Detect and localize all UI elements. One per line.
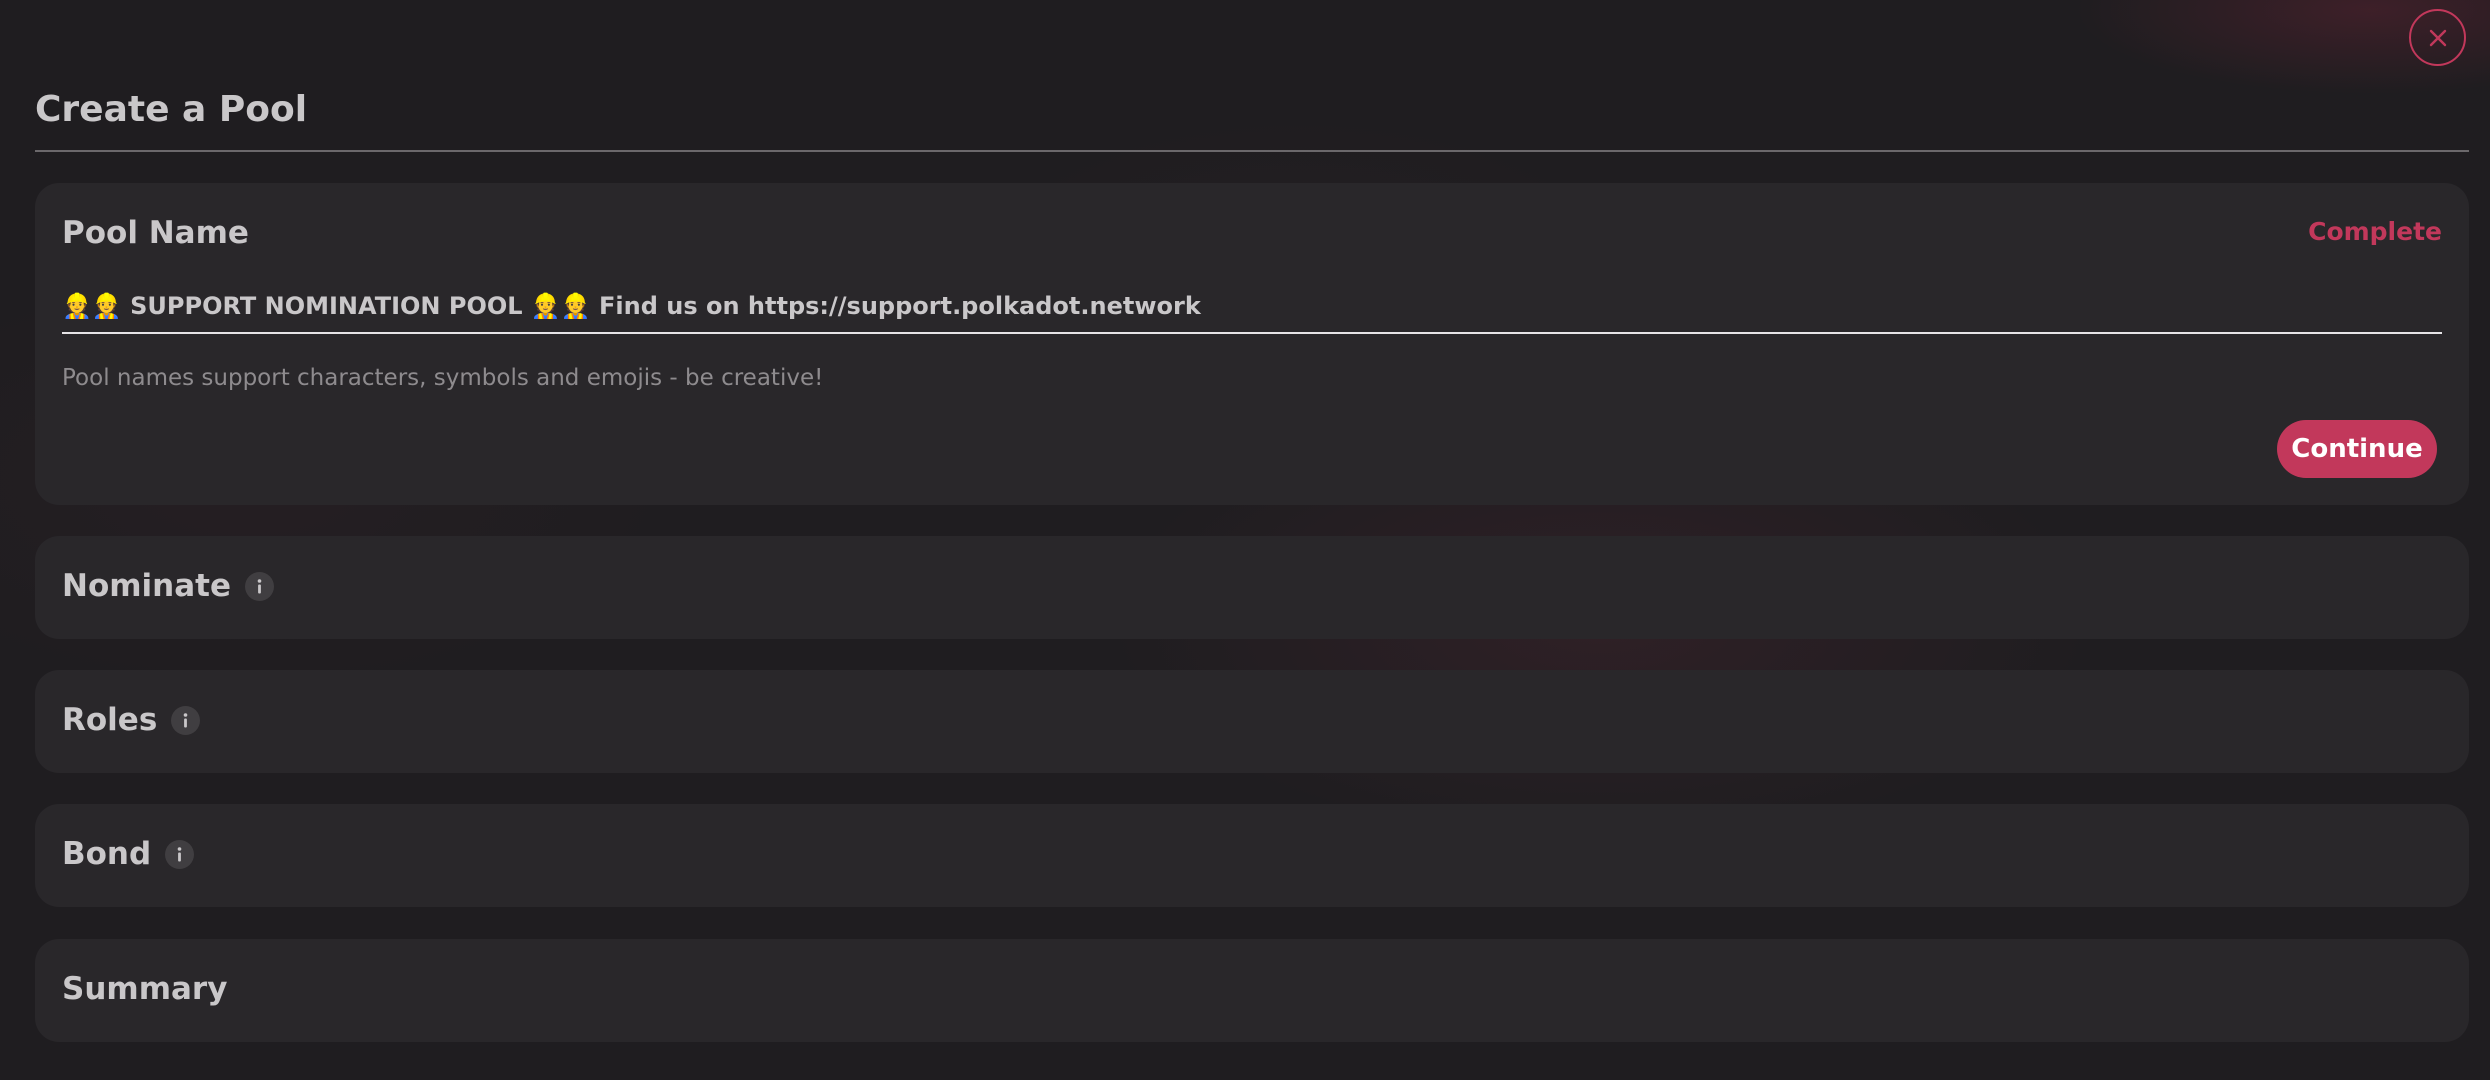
roles-heading: Roles (62, 702, 201, 738)
continue-button[interactable]: Continue (2277, 420, 2437, 478)
nominate-section[interactable]: Nominate (35, 536, 2469, 639)
bond-heading: Bond (62, 836, 195, 872)
page-title: Create a Pool (35, 89, 308, 130)
pool-name-helper-text: Pool names support characters, symbols a… (62, 365, 824, 391)
summary-section[interactable]: Summary (35, 939, 2469, 1042)
nominate-title: Nominate (62, 568, 232, 604)
roles-section[interactable]: Roles (35, 670, 2469, 773)
summary-heading: Summary (62, 971, 227, 1007)
bond-section[interactable]: Bond (35, 804, 2469, 907)
bond-title: Bond (62, 836, 152, 872)
title-divider (35, 150, 2469, 152)
close-button[interactable] (2409, 9, 2466, 66)
info-icon[interactable] (171, 705, 201, 735)
roles-title: Roles (62, 702, 158, 738)
summary-title: Summary (62, 971, 228, 1007)
close-icon (2429, 29, 2446, 46)
complete-status: Complete (2308, 217, 2442, 246)
info-icon[interactable] (245, 571, 275, 601)
nominate-heading: Nominate (62, 568, 275, 604)
pool-name-input[interactable] (62, 288, 2442, 334)
pool-name-section: Pool Name Complete Pool names support ch… (35, 183, 2469, 505)
info-icon[interactable] (165, 839, 195, 869)
pool-name-heading: Pool Name (62, 215, 249, 251)
